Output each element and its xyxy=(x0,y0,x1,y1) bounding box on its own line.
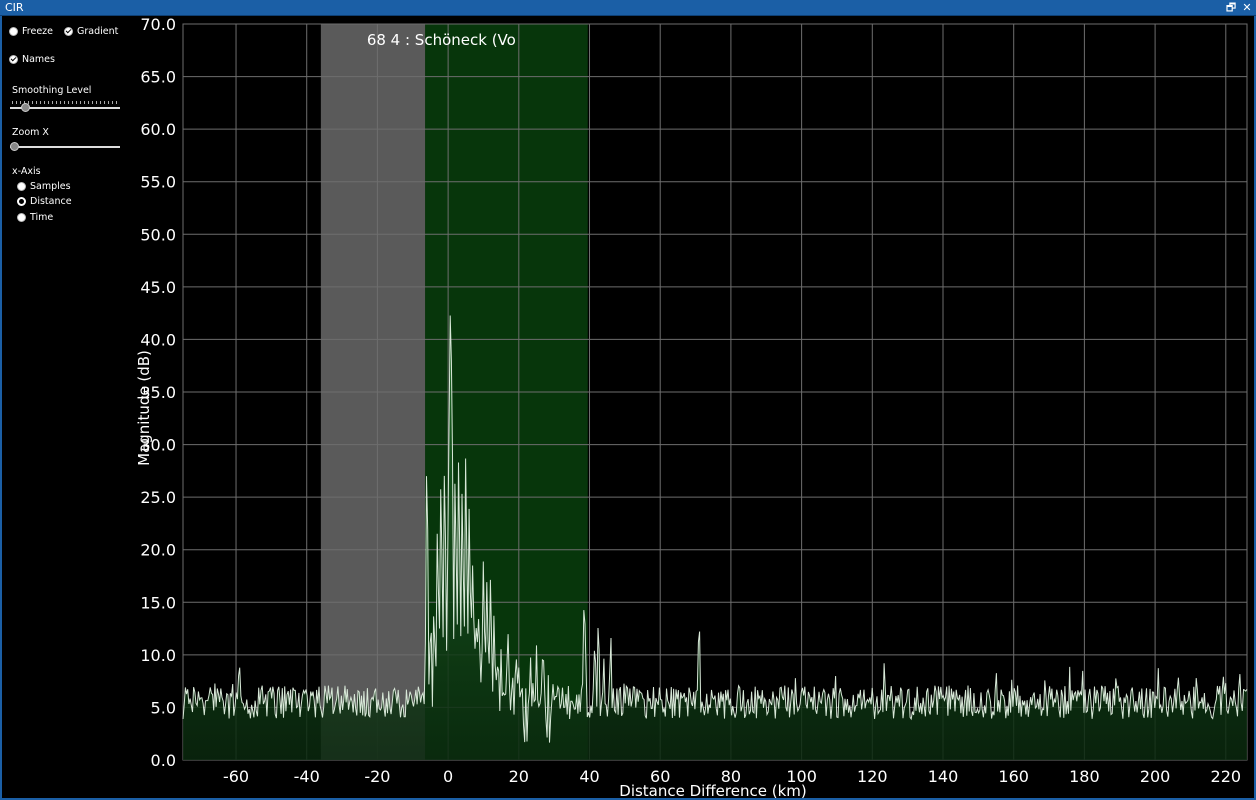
cir-chart[interactable]: 0.05.010.015.020.025.030.035.040.045.050… xyxy=(0,16,1256,800)
y-tick-label: 50.0 xyxy=(140,225,176,244)
close-window-icon[interactable]: ✕ xyxy=(1240,0,1254,16)
y-axis-title: Magnitude (dB) xyxy=(135,350,153,466)
x-tick-label: 40 xyxy=(579,767,599,786)
x-tick-label: -40 xyxy=(294,767,320,786)
y-tick-label: 25.0 xyxy=(140,488,176,507)
station-annotation: 68 4 : Schöneck (Vo xyxy=(367,31,516,49)
x-tick-label: 160 xyxy=(998,767,1029,786)
x-axis-title: Distance Difference (km) xyxy=(619,782,806,800)
y-tick-label: 65.0 xyxy=(140,68,176,87)
x-tick-label: -60 xyxy=(223,767,249,786)
window-title: CIR xyxy=(5,1,24,14)
y-tick-label: 5.0 xyxy=(151,698,176,717)
y-tick-label: 20.0 xyxy=(140,541,176,560)
x-tick-label: 120 xyxy=(857,767,888,786)
y-tick-label: 60.0 xyxy=(140,120,176,139)
y-tick-label: 55.0 xyxy=(140,173,176,192)
y-tick-label: 40.0 xyxy=(140,330,176,349)
y-tick-label: 15.0 xyxy=(140,593,176,612)
y-tick-label: 10.0 xyxy=(140,646,176,665)
y-tick-label: 0.0 xyxy=(151,751,176,770)
x-tick-label: 20 xyxy=(509,767,529,786)
x-tick-label: 0 xyxy=(443,767,453,786)
title-bar: CIR 🗗 ✕ xyxy=(0,0,1256,16)
x-tick-label: 140 xyxy=(928,767,959,786)
x-tick-label: 220 xyxy=(1211,767,1242,786)
chart-labels: 0.05.010.015.020.025.030.035.040.045.050… xyxy=(140,16,1241,786)
y-tick-label: 70.0 xyxy=(140,16,176,34)
x-tick-label: 180 xyxy=(1069,767,1100,786)
x-tick-label: -20 xyxy=(364,767,390,786)
x-tick-label: 200 xyxy=(1140,767,1171,786)
y-tick-label: 45.0 xyxy=(140,278,176,297)
restore-window-icon[interactable]: 🗗 xyxy=(1224,0,1238,16)
